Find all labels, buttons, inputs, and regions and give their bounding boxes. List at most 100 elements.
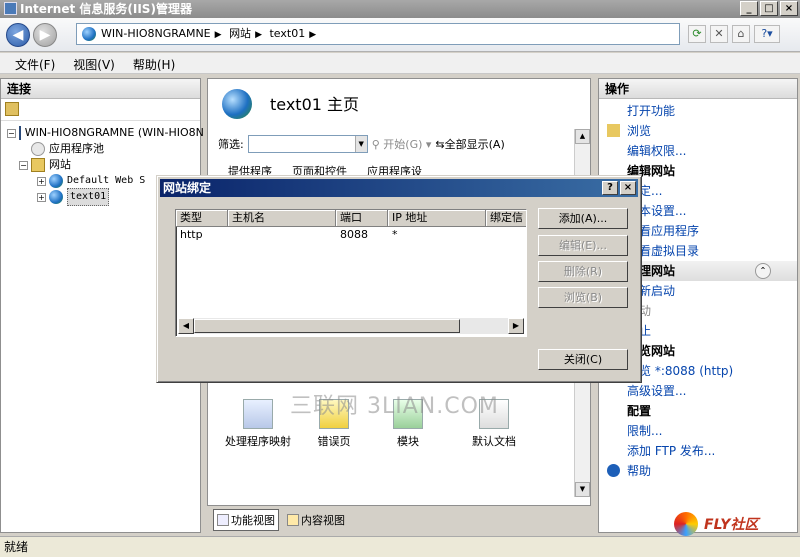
tree-sites-label: 网站 [49,158,71,171]
globe-icon [82,27,96,41]
connections-toolbar [1,99,200,121]
remove-binding-button[interactable]: 删除(R) [538,261,628,282]
action-add-ftp[interactable]: 添加 FTP 发布... [599,441,797,461]
filter-input[interactable]: ▼ [247,135,368,153]
feature-error-pages[interactable]: 错误页 [294,399,374,449]
forward-button[interactable]: ▶ [33,23,57,47]
default-document-icon [479,399,509,429]
feature-handler-mappings[interactable]: 处理程序映射 [218,399,298,449]
action-advanced-settings[interactable]: 高级设置... [599,381,797,401]
start-button[interactable]: ⚲ 开始(G) ▾ [372,136,432,152]
col-type[interactable]: 类型 [176,210,228,226]
breadcrumb-arrow-icon[interactable]: ▶ [215,25,222,45]
iis-app-icon [4,2,17,15]
breadcrumb-server[interactable]: WIN-HIO8NGRAMNE [101,24,211,44]
collapse-icon[interactable]: − [7,128,16,138]
close-dialog-button[interactable]: 关闭(C) [538,349,628,370]
window-title: Internet 信息服务(IIS)管理器 [20,2,192,16]
breadcrumb-sites[interactable]: 网站 [229,24,251,44]
section-configure: 配置 [627,404,652,418]
address-toolbar: ◀ ▶ WIN-HIO8NGRAMNE ▶ 网站 ▶ text01 ▶ ⟳ ✕ ⌂ ?… [0,18,800,52]
tab-features-view[interactable]: 功能视图 [213,509,279,531]
page-title: text01 主页 [270,95,360,114]
cell-type: http [180,228,203,241]
help-icon[interactable]: ?▾ [754,25,780,43]
breadcrumb[interactable]: WIN-HIO8NGRAMNE ▶ 网站 ▶ text01 ▶ [76,23,680,45]
table-row[interactable]: http 8088 * [176,227,526,243]
bindings-header: 类型 主机名 端口 IP 地址 绑定信 [176,210,526,227]
show-all-button[interactable]: ⇆全部显示(A) [435,136,504,152]
server-icon [18,126,21,140]
tree-text01-label: text01 [67,188,110,206]
home-icon[interactable]: ⌂ [732,25,750,43]
browse-port-label: 浏览 *:8088 (http) [627,364,734,378]
dropdown-arrow-icon[interactable]: ▼ [354,136,367,152]
add-binding-button[interactable]: 添加(A)... [538,208,628,229]
feature-default-doc-label: 默认文档 [472,435,516,448]
fly-logo: FLY社区 [704,517,759,533]
menu-help[interactable]: 帮助(H) [124,53,184,73]
tree-node-server[interactable]: − WIN-HIO8NGRAMNE (WIN-HIO8N [7,125,204,141]
back-button[interactable]: ◀ [6,23,30,47]
refresh-icon[interactable]: ⟳ [688,25,706,43]
breadcrumb-text01[interactable]: text01 [269,24,305,44]
action-browse-label: 浏览 [627,124,652,138]
view-tabs: 功能视图 内容视图 [207,507,591,533]
scroll-right-icon[interactable]: ▶ [508,318,524,334]
stop-icon[interactable]: ✕ [710,25,728,43]
content-view-icon [287,514,299,526]
error-pages-icon [319,399,349,429]
close-window-button[interactable]: × [780,1,798,16]
action-open-feature[interactable]: 打开功能 [599,101,797,121]
handler-mappings-icon [243,399,273,429]
maximize-button[interactable]: □ [760,1,778,16]
col-port[interactable]: 端口 [336,210,388,226]
expand-icon[interactable]: + [37,176,46,186]
sites-folder-icon [31,158,45,172]
bindings-list[interactable]: 类型 主机名 端口 IP 地址 绑定信 http 8088 * ◀ ▶ [175,209,527,337]
action-help[interactable]: 帮助 [599,461,797,481]
dialog-close-icon[interactable]: × [620,181,636,195]
tree-default-label: Default Web S [67,175,146,186]
scroll-left-icon[interactable]: ◀ [178,318,194,334]
help-circle-icon [607,464,620,477]
scroll-thumb[interactable] [194,319,460,333]
app-pool-icon [31,142,45,156]
action-browse[interactable]: 浏览 [599,121,797,141]
modules-icon [393,399,423,429]
feature-grid: 处理程序映射 错误页 模块 默认文档 [218,399,578,509]
minimize-button[interactable]: _ [740,1,758,16]
collapse-section-icon[interactable]: ⌃ [755,263,771,279]
menu-file[interactable]: 文件(F) [6,53,64,73]
tree-server-label: WIN-HIO8NGRAMNE (WIN-HIO8N [24,126,204,139]
fly-logo-icon [674,512,698,536]
feature-modules[interactable]: 模块 [368,399,448,449]
breadcrumb-arrow-icon[interactable]: ▶ [309,25,316,45]
breadcrumb-arrow-icon[interactable]: ▶ [255,25,262,45]
action-edit-permissions[interactable]: 编辑权限... [599,141,797,161]
edit-binding-button[interactable]: 编辑(E)... [538,235,628,256]
browse-binding-button[interactable]: 浏览(B) [538,287,628,308]
start-label: 开始(G) [383,138,423,151]
tab-content-view[interactable]: 内容视图 [283,509,349,531]
action-limits[interactable]: 限制... [599,421,797,441]
col-binding-info[interactable]: 绑定信 [486,210,526,226]
dialog-titlebar: 网站绑定 ? × [160,179,638,197]
menu-view[interactable]: 视图(V) [64,53,124,73]
dialog-help-button[interactable]: ? [602,181,618,195]
col-ip[interactable]: IP 地址 [388,210,486,226]
bindings-hscrollbar[interactable]: ◀ ▶ [178,318,524,334]
feature-default-document[interactable]: 默认文档 [454,399,534,449]
tree-node-app-pools[interactable]: 应用程序池 [7,141,200,157]
col-host[interactable]: 主机名 [228,210,336,226]
home-header: text01 主页 [208,79,590,129]
scroll-up-icon[interactable]: ▲ [575,129,590,144]
connect-icon[interactable] [5,102,19,116]
tree-node-sites[interactable]: − 网站 [7,157,200,173]
globe-icon [49,174,63,188]
expand-icon[interactable]: + [37,192,46,202]
filter-label: 筛选: [218,138,244,151]
collapse-icon[interactable]: − [19,160,28,170]
scroll-down-icon[interactable]: ▼ [575,482,590,497]
content-view-label: 内容视图 [301,514,345,527]
